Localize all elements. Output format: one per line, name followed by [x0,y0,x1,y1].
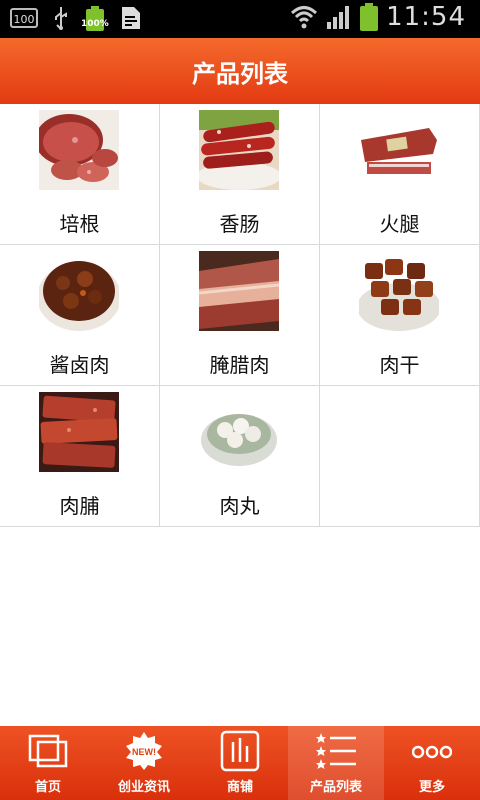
bacon-thumbnail [39,110,119,190]
nav-business-news[interactable]: NEW! 创业资讯 [96,726,192,800]
product-label: 腌腊肉 [209,353,270,377]
more-dots-icon [412,745,452,759]
product-item-meatballs[interactable]: 肉丸 [160,386,320,526]
new-badge-icon: NEW! [126,732,162,770]
product-item-braised-meat[interactable]: 酱卤肉 [0,245,160,385]
meatballs-thumbnail [199,392,279,472]
nav-shop[interactable]: 商铺 [192,726,288,800]
nav-label: 商铺 [226,780,253,795]
shop-chart-icon [220,730,260,772]
nav-home[interactable]: 首页 [0,726,96,800]
signal-icon [327,6,350,29]
nav-label: 首页 [34,780,61,795]
list-icon [316,733,356,769]
bottom-navigation: 首页 NEW! 创业资讯 商铺 产品列表 更多 [0,726,480,800]
nav-label: 创业资讯 [117,780,170,795]
product-item-bacon[interactable]: 培根 [0,104,160,244]
nav-label: 产品列表 [309,780,362,795]
wifi-icon [291,6,318,29]
clock: 11:54 [386,2,466,32]
product-item-meat-floss[interactable]: 肉脯 [0,386,160,526]
cured-meat-thumbnail [199,251,279,331]
product-label: 火腿 [379,212,420,236]
product-item-cured-meat[interactable]: 腌腊肉 [160,245,320,385]
product-label: 香肠 [219,212,260,236]
product-label: 肉丸 [219,494,260,518]
product-item-jerky[interactable]: 肉干 [320,245,480,385]
product-label: 培根 [59,212,100,236]
product-label: 肉脯 [59,494,100,518]
product-label: 酱卤肉 [49,353,110,377]
product-label: 肉干 [379,353,420,377]
sausage-thumbnail [199,110,279,190]
document-icon [122,7,140,29]
screens-icon [28,734,68,768]
usb-icon [55,7,67,30]
battery-full-icon: 100% [81,5,109,31]
battery-icon [360,3,379,31]
page-header: 产品列表 [0,38,480,104]
page-title: 产品列表 [192,59,288,88]
grid-row: 肉脯 肉丸 [0,386,480,527]
nav-product-list[interactable]: 产品列表 [288,726,384,800]
empty-grid-cell [320,386,480,526]
grid-row: 培根 香肠 火腿 [0,104,480,245]
product-grid: 培根 香肠 火腿 酱卤肉 腌腊肉 肉干 肉脯 肉丸 [0,104,480,527]
jerky-thumbnail [359,251,439,331]
status-bar: 100 100% 11:54 [0,0,480,38]
svg-text:NEW!: NEW! [132,747,156,757]
nav-more[interactable]: 更多 [384,726,480,800]
product-item-ham[interactable]: 火腿 [320,104,480,244]
storage-icon: 100 [10,8,38,28]
braised-meat-thumbnail [39,251,119,331]
meat-jerky-slice-thumbnail [39,392,119,472]
nav-label: 更多 [418,780,445,795]
ham-thumbnail [359,110,439,190]
grid-row: 酱卤肉 腌腊肉 肉干 [0,245,480,386]
product-item-sausage[interactable]: 香肠 [160,104,320,244]
